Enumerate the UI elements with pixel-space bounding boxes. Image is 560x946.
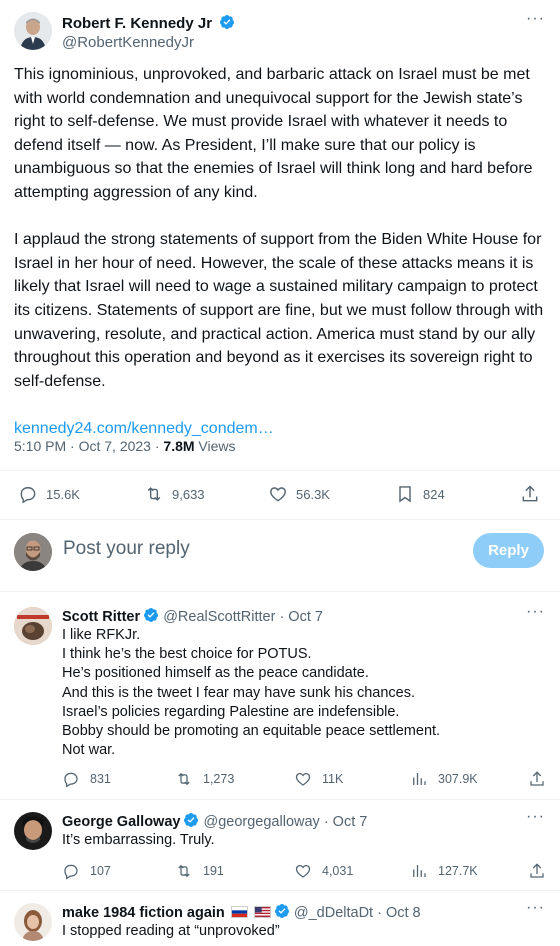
tweet-text: This ignominious, unprovoked, and barbar… <box>14 63 548 441</box>
reply-action-button[interactable]: 15.6K <box>18 484 80 504</box>
divider <box>0 470 560 471</box>
tweet-header: Robert F. Kennedy Jr @RobertKennedyJr <box>14 12 546 54</box>
verified-badge-icon <box>274 904 289 918</box>
reply-line: Bobby should be promoting an equitable p… <box>62 723 441 740</box>
views-label: Views <box>194 438 236 454</box>
views-chart-icon <box>413 773 426 785</box>
heart-icon <box>295 864 311 878</box>
reply-item[interactable]: George Galloway @georgegalloway · Oct 7 … <box>0 809 560 887</box>
divider <box>0 890 560 891</box>
reply-handle-date[interactable]: @RealScottRitter · Oct 7 <box>163 609 323 625</box>
view-count: 7.8M <box>163 438 195 454</box>
tweet-meta: 5:10 PM · Oct 7, 2023 · 7.8M Views <box>14 438 236 454</box>
repost-action-button[interactable]: 1,273 <box>175 770 234 788</box>
reply-author-name[interactable]: George Galloway <box>62 814 180 830</box>
reply-icon <box>20 487 36 504</box>
more-options-icon[interactable]: ··· <box>526 900 544 921</box>
like-action-button[interactable]: 56.3K <box>268 484 330 504</box>
reply-button[interactable]: Reply <box>473 533 544 568</box>
reply-author-name[interactable]: make 1984 fiction again <box>62 905 225 921</box>
reply-text: It’s embarrassing. Truly. <box>62 831 542 850</box>
share-icon <box>522 485 538 502</box>
verified-badge-icon <box>144 608 159 622</box>
reply-icon <box>64 772 78 788</box>
divider <box>0 519 560 520</box>
share-button[interactable] <box>528 862 556 880</box>
tweet-paragraph: I applaud the strong statements of suppo… <box>14 231 544 390</box>
reply-line: He’s positioned himself as the peace can… <box>62 665 369 682</box>
author-name[interactable]: Robert F. Kennedy Jr <box>62 14 235 32</box>
divider <box>0 591 560 592</box>
reply-line: I think he’s the best choice for POTUS. <box>62 646 312 663</box>
verified-badge-icon <box>220 15 235 29</box>
more-options-icon[interactable]: ··· <box>526 11 544 32</box>
avatar[interactable] <box>14 812 52 850</box>
share-button[interactable] <box>520 484 548 504</box>
tweet-link[interactable]: kennedy24.com/kennedy_condem… <box>14 417 548 441</box>
reply-action-button[interactable]: 107 <box>62 862 111 880</box>
views-chart-icon <box>413 865 426 877</box>
reply-line: Not war. <box>62 742 116 759</box>
reply-header: Scott Ritter @RealScottRitter · Oct 7 <box>62 607 323 625</box>
reply-handle-date[interactable]: @georgegalloway · Oct 7 <box>204 814 368 830</box>
reply-line: And this is the tweet I fear may have su… <box>62 684 416 701</box>
avatar[interactable] <box>14 533 52 571</box>
repost-icon <box>178 864 190 878</box>
reply-line: I like RFKJr. <box>62 627 141 643</box>
repost-icon <box>147 487 161 501</box>
reply-input[interactable]: Post your reply <box>63 538 190 560</box>
reply-icon <box>64 864 78 880</box>
avatar[interactable] <box>14 903 52 941</box>
reply-header: George Galloway @georgegalloway · Oct 7 <box>62 812 367 830</box>
repost-action-button[interactable]: 9,633 <box>144 484 205 504</box>
usa-flag-icon <box>253 906 271 918</box>
divider <box>0 799 560 800</box>
repost-action-button[interactable]: 191 <box>175 862 224 880</box>
share-icon <box>530 863 544 878</box>
reply-item[interactable]: make 1984 fiction again @_dDeltaDt · Oct… <box>0 900 560 946</box>
russia-flag-icon <box>230 906 248 918</box>
repost-icon <box>178 772 190 786</box>
more-options-icon[interactable]: ··· <box>526 604 544 625</box>
like-action-button[interactable]: 4,031 <box>294 862 353 880</box>
like-action-button[interactable]: 11K <box>294 770 343 788</box>
bookmark-action-button[interactable]: 824 <box>395 484 445 504</box>
heart-icon <box>270 487 286 502</box>
tweet-paragraph: This ignominious, unprovoked, and barbar… <box>14 66 533 201</box>
reply-author-name[interactable]: Scott Ritter <box>62 609 140 625</box>
reply-line: Israel’s policies regarding Palestine ar… <box>62 703 400 720</box>
heart-icon <box>295 772 311 786</box>
more-options-icon[interactable]: ··· <box>526 809 544 830</box>
verified-badge-icon <box>184 813 199 827</box>
share-button[interactable] <box>528 770 556 788</box>
share-icon <box>530 771 544 786</box>
reply-text: I like RFKJr. I think he’s the best choi… <box>62 626 542 760</box>
views-button[interactable]: 127.7K <box>410 862 478 880</box>
tweet-timestamp[interactable]: 5:10 PM · Oct 7, 2023 · <box>14 438 163 454</box>
views-button[interactable]: 307.9K <box>410 770 478 788</box>
reply-line: I stopped reading at “unprovoked” <box>62 923 280 939</box>
author-handle[interactable]: @RobertKennedyJr <box>62 34 194 51</box>
avatar[interactable] <box>14 12 52 50</box>
avatar[interactable] <box>14 607 52 645</box>
bookmark-icon <box>399 486 411 503</box>
reply-text: I stopped reading at “unprovoked” <box>62 922 542 941</box>
reply-action-button[interactable]: 831 <box>62 770 111 788</box>
reply-line: It’s embarrassing. Truly. <box>62 832 215 848</box>
reply-header: make 1984 fiction again @_dDeltaDt · Oct… <box>62 903 421 921</box>
reply-handle-date[interactable]: @_dDeltaDt · Oct 8 <box>294 905 421 921</box>
reply-item[interactable]: Scott Ritter @RealScottRitter · Oct 7 ··… <box>0 604 560 797</box>
